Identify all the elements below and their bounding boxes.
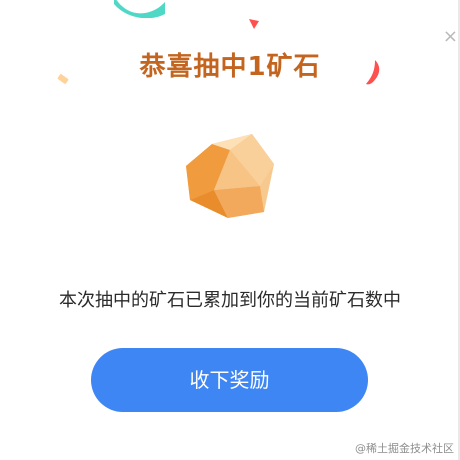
confetti-triangle-red <box>249 19 259 29</box>
close-icon[interactable]: × <box>442 24 458 50</box>
watermark-text: @稀土掘金技术社区 <box>355 442 454 455</box>
reward-message: 本次抽中的矿石已累加到你的当前矿石数中 <box>59 290 401 311</box>
ore-stone-image <box>176 126 284 226</box>
confetti-ribbon <box>114 0 165 18</box>
ore-stone-icon <box>186 134 274 218</box>
prize-dialog: 恭喜抽中1矿石 × 本次抽中的矿石已累加到你的当前矿石数中 收下奖励 @稀土掘金… <box>0 0 460 460</box>
collect-reward-button[interactable]: 收下奖励 <box>91 348 368 412</box>
dialog-title: 恭喜抽中1矿石 <box>139 52 321 82</box>
